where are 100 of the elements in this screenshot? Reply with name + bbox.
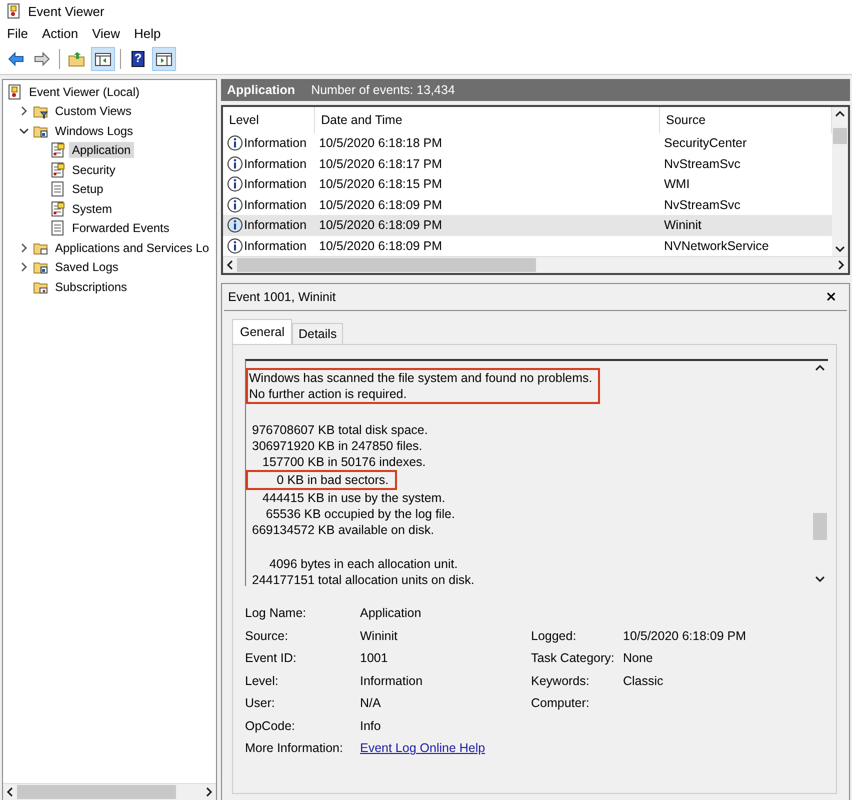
message-line: 65536 KB occupied by the log file. — [264, 506, 456, 522]
field-label: Logged: — [531, 628, 576, 643]
tree-item[interactable]: Event Viewer (Local) — [26, 84, 142, 100]
table-cell: Information — [244, 177, 307, 192]
back-icon — [7, 50, 25, 68]
table-cell: Information — [244, 238, 307, 253]
event-row[interactable]: Information 10/5/2020 6:18:18 PM SecurityCenter — [223, 133, 832, 154]
column-header[interactable]: Date and Time — [315, 107, 660, 133]
field-label: Log Name: — [245, 605, 308, 622]
close-button[interactable]: × — [821, 289, 841, 305]
event-row[interactable]: Information 10/5/2020 6:18:09 PM NvStreamSvc — [223, 194, 832, 215]
scrollbar-thumb[interactable] — [237, 258, 536, 272]
tree-item[interactable]: Forwarded Events — [69, 220, 172, 236]
tree-item[interactable]: Custom Views — [52, 103, 134, 120]
field-value: Wininit — [360, 628, 398, 643]
toolbar-button[interactable] — [91, 47, 115, 71]
menu-item[interactable]: Action — [34, 24, 86, 42]
table-cell-text: 10/5/2020 6:18:09 PM — [318, 238, 444, 253]
field-label: OpCode: — [245, 718, 296, 735]
event-title: Event 1001, Wininit — [228, 290, 336, 304]
event-row[interactable]: Information 10/5/2020 6:18:09 PM NVNetworkService — [223, 236, 832, 256]
table-cell: Information — [244, 198, 307, 212]
table-cell-text: 10/5/2020 6:18:18 PM — [318, 136, 444, 150]
menu-item[interactable]: File — [0, 24, 35, 42]
message-line: 0 KB in bad sectors. — [276, 472, 389, 488]
tree-item[interactable]: System — [69, 200, 116, 217]
field-label: Event ID: — [245, 650, 298, 668]
table-cell: Information — [244, 218, 307, 232]
toolbar-button[interactable] — [152, 47, 176, 71]
table-cell-text: 10/5/2020 6:18:09 PM — [318, 218, 444, 232]
scrollbar-thumb[interactable] — [17, 785, 176, 799]
info-icon — [227, 135, 243, 152]
tree-item[interactable]: Setup — [69, 181, 106, 198]
message-line: 976708607 KB total disk space. — [252, 422, 429, 438]
field-label: More Information: — [245, 740, 344, 758]
message-line: 306971920 KB in 247850 files. — [252, 438, 424, 454]
field-label: Computer: — [531, 696, 590, 710]
log-icon — [50, 162, 66, 178]
field-value: Application — [360, 606, 422, 620]
table-cell-text: Wininit — [663, 218, 703, 232]
info-icon — [227, 176, 243, 192]
log-icon — [50, 181, 66, 198]
tree-item[interactable]: Application — [69, 142, 134, 158]
horizontal-scrollbar[interactable] — [3, 783, 216, 800]
table-cell-text: NVNetworkService — [663, 238, 770, 253]
horizontal-scrollbar[interactable] — [223, 256, 848, 273]
menu-item[interactable]: Help — [127, 24, 168, 42]
field-value: N/A — [360, 696, 381, 710]
help-icon — [129, 50, 147, 68]
tab[interactable]: General — [232, 319, 292, 344]
window-title: Event Viewer — [28, 4, 104, 18]
help-link[interactable]: Event Log Online Help — [360, 741, 486, 756]
table-cell-text: 10/5/2020 6:18:09 PM — [318, 198, 444, 212]
log-title: Application — [227, 83, 296, 97]
menu-item[interactable]: View — [85, 24, 128, 42]
message-line: 669134572 KB available on disk. — [252, 522, 436, 538]
scrollbar-thumb[interactable] — [813, 512, 827, 540]
event-row[interactable]: Information 10/5/2020 6:18:17 PM NvStreamSvc — [223, 154, 832, 174]
field-label: Level: — [245, 672, 280, 690]
folder-icon — [68, 50, 86, 68]
event-row[interactable]: Information 10/5/2020 6:18:09 PM Wininit — [223, 215, 832, 236]
pane-icon — [94, 50, 112, 68]
table-cell-text: 10/5/2020 6:18:15 PM — [318, 177, 444, 192]
vertical-scrollbar[interactable] — [832, 107, 848, 256]
field-label: Keywords: — [531, 674, 590, 688]
field-label: User: — [245, 695, 276, 712]
tab[interactable]: Details — [292, 323, 343, 344]
info-icon — [227, 238, 243, 254]
field-value: 10/5/2020 6:18:09 PM — [623, 628, 746, 643]
tree-item[interactable]: Saved Logs — [52, 259, 122, 276]
info-icon — [227, 196, 243, 213]
field-value: Classic — [623, 674, 664, 688]
tree-item[interactable]: Applications and Services Lo — [52, 240, 212, 256]
field-label: Source: — [245, 628, 290, 645]
event-row[interactable]: Information 10/5/2020 6:18:15 PM WMI — [223, 174, 832, 194]
table-cell-text: NvStreamSvc — [663, 156, 742, 171]
scrollbar-thumb[interactable] — [833, 128, 847, 144]
info-icon — [227, 156, 243, 172]
toolbar-button[interactable]: ? — [126, 47, 150, 71]
field-value: 1001 — [360, 651, 388, 666]
field-value: None — [623, 651, 653, 666]
table-cell-text: SecurityCenter — [663, 136, 748, 150]
viewer-icon — [7, 84, 23, 100]
message-line: Windows has scanned the file system and found no problems. — [249, 370, 592, 386]
table-cell-text: NvStreamSvc — [663, 198, 742, 212]
tree-item[interactable]: Windows Logs — [52, 122, 136, 139]
message-line: 4096 bytes in each allocation unit. — [268, 556, 459, 572]
event-count: Number of events: 13,434 — [311, 83, 455, 97]
log-icon — [50, 200, 66, 217]
table-cell: Information — [244, 136, 307, 150]
field-value: Information — [360, 674, 423, 688]
message-line: 444415 KB in use by the system. — [261, 490, 446, 506]
pane-icon — [155, 50, 173, 68]
message-line: No further action is required. — [249, 386, 408, 402]
app-icon — [6, 3, 22, 19]
table-cell-text: 10/5/2020 6:18:17 PM — [318, 156, 444, 171]
table-cell-text: WMI — [663, 177, 691, 192]
column-header[interactable]: Level — [223, 107, 315, 133]
tree-item[interactable]: Security — [69, 162, 118, 178]
tree-item[interactable]: Subscriptions — [52, 278, 130, 295]
